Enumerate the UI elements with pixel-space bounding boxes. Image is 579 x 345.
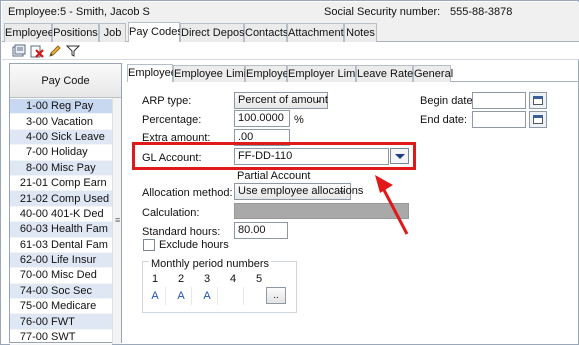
list-item[interactable]: 1-00 Reg Pay <box>10 99 112 115</box>
monthly-period-number: 5 <box>255 273 263 285</box>
allocation-method-select[interactable]: Use employee allocations ⌄ <box>234 183 363 200</box>
monthly-period-title: Monthly period numbers <box>149 258 272 270</box>
begin-date-field[interactable] <box>472 92 526 109</box>
new-record-icon[interactable] <box>12 44 26 58</box>
monthly-period-number: 2 <box>177 273 185 285</box>
standard-hours-field[interactable]: 80.00 <box>234 222 288 239</box>
tab-contacts[interactable]: Contacts <box>244 23 288 42</box>
employee-value: 5 - Smith, Jacob S <box>60 6 150 18</box>
list-item[interactable]: 7-00 Holiday <box>10 145 112 161</box>
list-item[interactable]: 62-00 Life Insur <box>10 252 112 269</box>
monthly-period-value[interactable]: A <box>149 290 161 302</box>
list-item[interactable]: 3-00 Vacation <box>10 114 112 130</box>
standard-hours-label: Standard hours: <box>142 226 221 238</box>
filter-icon[interactable] <box>66 44 80 58</box>
monthly-period-number: 3 <box>203 273 211 285</box>
allocation-method-label: Allocation method: <box>142 187 233 199</box>
sub-tab-bar: Employee Employee Limits Employer Employ… <box>127 64 579 82</box>
splitter-grip-icon: ≡ <box>115 215 121 225</box>
end-date-field[interactable] <box>472 111 526 128</box>
percentage-field[interactable]: 100.0000 <box>234 110 290 127</box>
subtab-employer-limits[interactable]: Employer Limits <box>287 65 366 82</box>
pay-code-list: 1-00 Reg Pay 3-00 Vacation 4-00 Sick Leave … <box>10 99 112 345</box>
subtab-leave-rates[interactable]: Leave Rates <box>356 65 419 82</box>
list-item[interactable]: 21-02 Comp Used <box>10 191 112 207</box>
subtab-employer[interactable]: Employer <box>245 65 292 82</box>
calendar-icon[interactable] <box>529 111 547 128</box>
list-item[interactable]: 76-00 FWT <box>10 314 112 330</box>
monthly-period-value[interactable]: A <box>201 290 213 302</box>
monthly-period-value[interactable]: A <box>175 290 187 302</box>
calendar-icon[interactable] <box>529 92 547 109</box>
subtab-employee[interactable]: Employee <box>127 64 177 82</box>
chevron-down-icon: ⌄ <box>314 94 323 105</box>
gl-account-highlight-box <box>132 142 416 170</box>
monthly-period-cell[interactable] <box>222 287 244 305</box>
edit-pencil-icon[interactable] <box>48 44 62 58</box>
tab-pay-codes[interactable]: Pay Codes <box>128 22 183 42</box>
list-item[interactable]: 74-00 Soc Sec <box>10 283 112 300</box>
list-item[interactable]: 40-00 401-K Ded <box>10 207 112 223</box>
monthly-period-more-button[interactable]: .. <box>266 287 286 304</box>
window: Employee: 5 - Smith, Jacob S Social Secu… <box>0 0 579 345</box>
begin-date-label: Begin date: <box>420 95 476 107</box>
arp-type-select[interactable]: Percent of amount ⌄ <box>234 92 328 109</box>
monthly-period-number: 4 <box>229 273 237 285</box>
toolbar <box>2 42 579 60</box>
tab-job[interactable]: Job <box>99 23 126 42</box>
list-item[interactable]: 60-03 Health Fam <box>10 222 112 238</box>
list-item[interactable]: 77-00 SWT <box>10 330 112 345</box>
subtab-employee-limits[interactable]: Employee Limits <box>173 65 255 82</box>
tab-positions[interactable]: Positions <box>52 23 99 42</box>
employee-header: Employee: 5 - Smith, Jacob S Social Secu… <box>2 2 579 22</box>
tab-employee[interactable]: Employee <box>4 23 54 42</box>
list-item[interactable]: 75-00 Medicare <box>10 299 112 315</box>
splitter-handle[interactable]: ≡ <box>112 98 121 344</box>
exclude-hours-checkbox[interactable] <box>143 239 155 251</box>
annotation-arrow-icon <box>375 175 409 235</box>
monthly-period-number: 1 <box>151 273 159 285</box>
pay-code-column-header[interactable]: Pay Code <box>10 64 121 98</box>
chevron-down-icon: ⌄ <box>337 185 346 196</box>
list-item[interactable]: 8-00 Misc Pay <box>10 160 112 176</box>
tab-direct-deposit[interactable]: Direct Deposit <box>180 23 250 42</box>
arp-type-label: ARP type: <box>142 95 192 107</box>
pay-code-list-panel: Pay Code 1-00 Reg Pay 3-00 Vacation 4-00 Si… <box>9 63 122 345</box>
calculation-label: Calculation: <box>142 207 200 219</box>
list-item[interactable]: 61-03 Dental Fam <box>10 238 112 253</box>
delete-icon[interactable] <box>30 44 44 58</box>
percentage-unit: % <box>294 114 304 126</box>
list-item[interactable]: 21-01 Comp Earn <box>10 176 112 192</box>
tab-notes[interactable]: Notes <box>344 23 377 42</box>
main-tab-bar: Employee Positions Job Pay Codes Direct … <box>2 22 579 42</box>
exclude-hours-label: Exclude hours <box>159 239 229 251</box>
employee-label: Employee: <box>8 6 60 18</box>
end-date-label: End date: <box>420 114 468 126</box>
percentage-label: Percentage: <box>142 114 202 126</box>
tab-attachments[interactable]: Attachments <box>287 23 349 42</box>
list-item[interactable]: 70-00 Misc Ded <box>10 268 112 284</box>
ssn-label: Social Security number: <box>324 6 441 18</box>
list-item[interactable]: 4-00 Sick Leave <box>10 129 112 146</box>
ssn-value: 555-88-3878 <box>450 6 513 18</box>
subtab-general[interactable]: General <box>413 65 453 82</box>
partial-account-text: Partial Account <box>237 170 311 182</box>
